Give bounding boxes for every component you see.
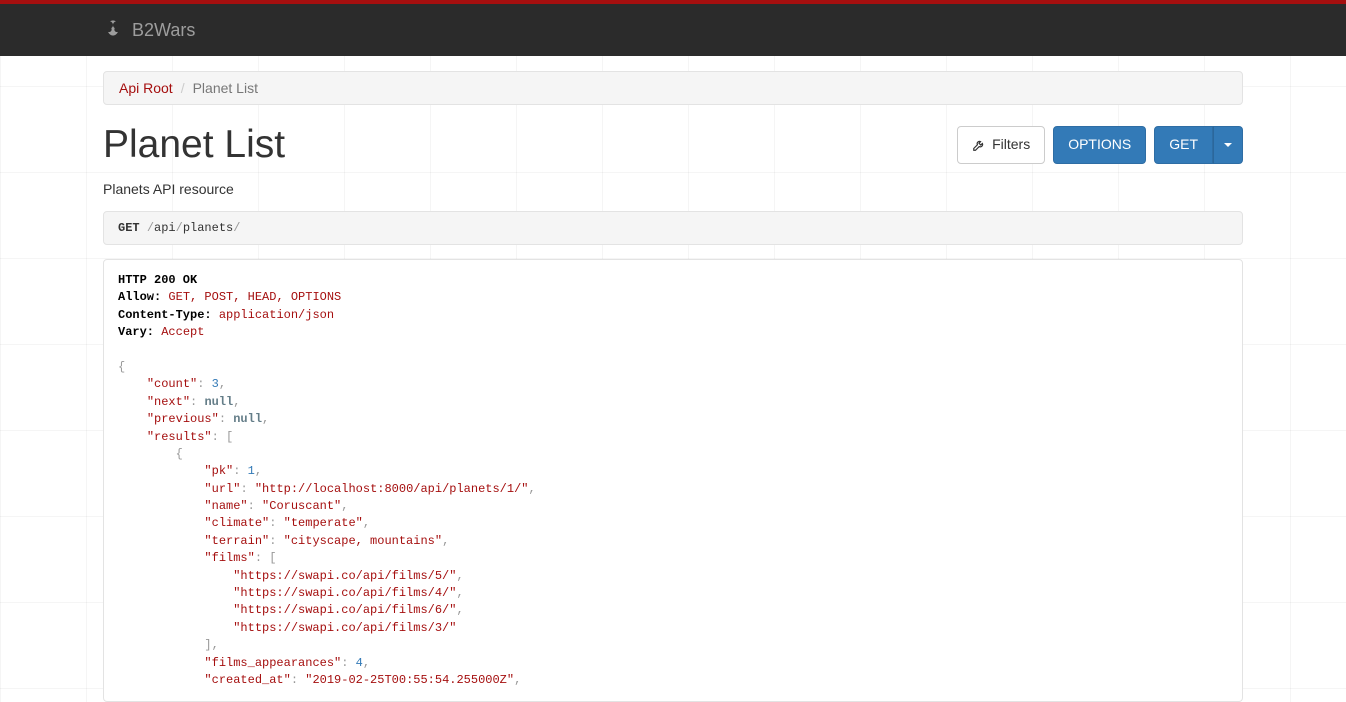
rebel-icon (104, 19, 122, 42)
climate-value: "temperate" (284, 516, 363, 530)
name-value: "Coruscant" (262, 499, 341, 513)
path-seg-1: api (154, 221, 176, 235)
ctype-label: Content-Type: (118, 308, 212, 322)
filters-label: Filters (992, 135, 1030, 155)
breadcrumb-separator: / (181, 80, 185, 96)
page-title: Planet List (103, 123, 285, 167)
wrench-icon (972, 138, 986, 152)
vary-label: Vary: (118, 325, 154, 339)
get-button-group: GET (1154, 126, 1243, 164)
count-value: 3 (212, 377, 219, 391)
terrain-value: "cityscape, mountains" (284, 534, 442, 548)
film-0: "https://swapi.co/api/films/5/" (233, 569, 456, 583)
get-dropdown-toggle[interactable] (1213, 126, 1243, 164)
films-appearances-value: 4 (356, 656, 363, 670)
url-value: "http://localhost:8000/api/planets/1/" (255, 482, 529, 496)
vary-value: Accept (161, 325, 204, 339)
previous-value: null (233, 412, 262, 426)
response-panel: HTTP 200 OK Allow: GET, POST, HEAD, OPTI… (103, 259, 1243, 702)
request-line: GET /api/planets/ (103, 211, 1243, 245)
breadcrumb-root-link[interactable]: Api Root (119, 80, 173, 96)
navbar: B2Wars (0, 0, 1346, 56)
brand-link[interactable]: B2Wars (104, 19, 195, 42)
allow-label: Allow: (118, 290, 161, 304)
next-value: null (204, 395, 233, 409)
page-header: Planet List Filters OPTIONS GET (103, 123, 1243, 167)
filters-button[interactable]: Filters (957, 126, 1045, 164)
options-button[interactable]: OPTIONS (1053, 126, 1146, 164)
main-container: Api Root / Planet List Planet List Filte… (103, 71, 1243, 702)
film-3: "https://swapi.co/api/films/3/" (233, 621, 456, 635)
get-button[interactable]: GET (1154, 126, 1213, 164)
chevron-down-icon (1224, 143, 1232, 147)
brand-text: B2Wars (132, 20, 195, 41)
created-at-value: "2019-02-25T00:55:54.255000Z" (305, 673, 514, 687)
path-seg-2: planets (183, 221, 233, 235)
action-bar: Filters OPTIONS GET (957, 126, 1243, 164)
breadcrumb: Api Root / Planet List (103, 71, 1243, 105)
film-2: "https://swapi.co/api/films/6/" (233, 603, 456, 617)
pk-value: 1 (248, 464, 255, 478)
ctype-value: application/json (219, 308, 334, 322)
film-1: "https://swapi.co/api/films/4/" (233, 586, 456, 600)
request-method: GET (118, 221, 140, 235)
status-line: HTTP 200 OK (118, 273, 197, 287)
allow-value: GET, POST, HEAD, OPTIONS (168, 290, 341, 304)
page-description: Planets API resource (103, 181, 1243, 197)
breadcrumb-current: Planet List (193, 80, 258, 96)
